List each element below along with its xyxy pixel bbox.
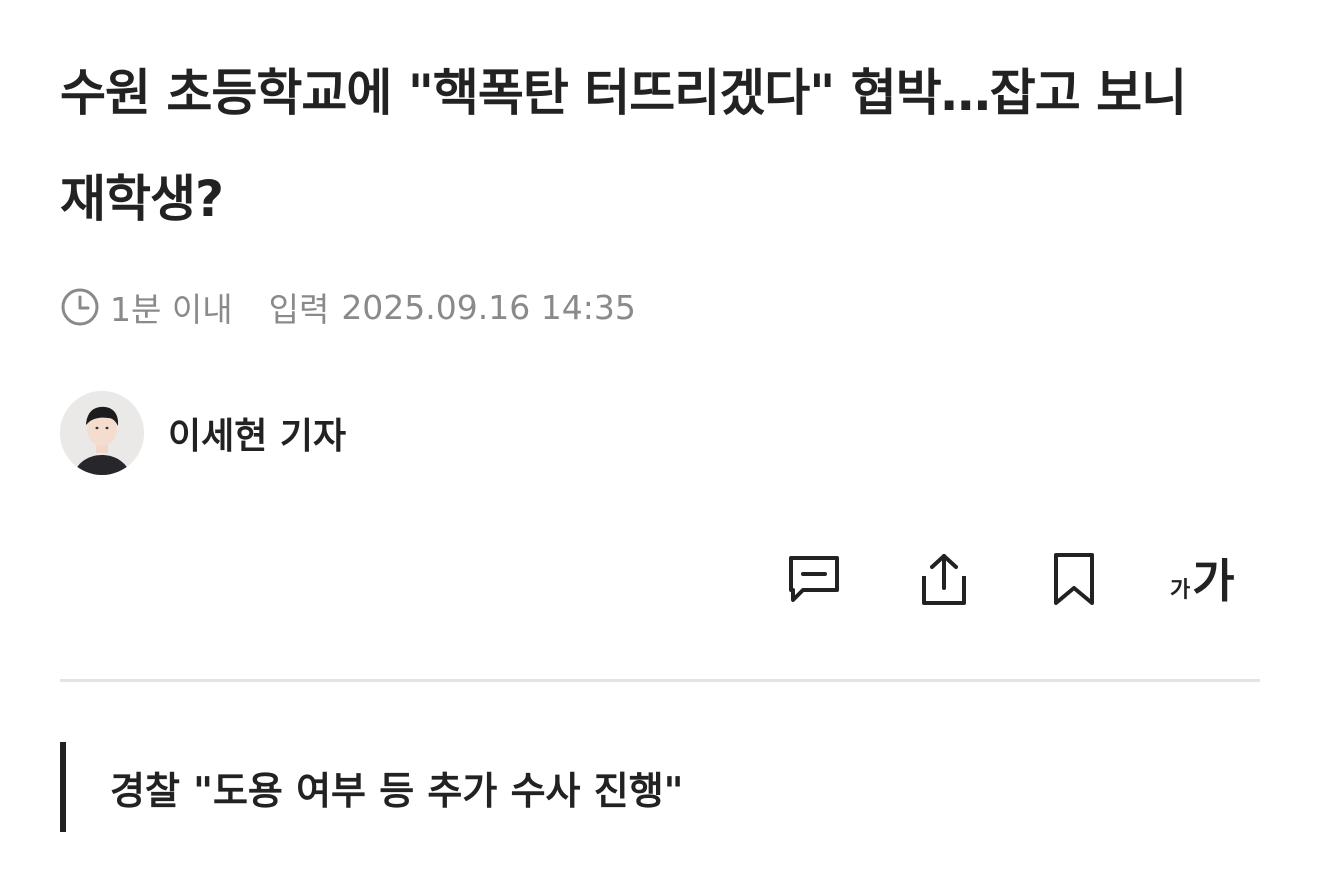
- published-datetime: 2025.09.16 14:35: [341, 287, 636, 327]
- article-toolbar: 가 가: [780, 545, 1260, 613]
- article-subtitle: 경찰 "도용 여부 등 추가 수사 진행": [60, 742, 683, 832]
- bookmark-icon: [1054, 553, 1094, 605]
- author-name[interactable]: 이세현 기자: [168, 407, 346, 459]
- font-size-large-label: 가: [1192, 554, 1235, 608]
- clock-icon: [60, 287, 100, 327]
- comment-icon: [789, 556, 839, 602]
- article-headline: 수원 초등학교에 "핵폭탄 터뜨리겠다" 협박…잡고 보니 재학생?: [60, 64, 1187, 228]
- share-button[interactable]: [910, 545, 978, 613]
- font-size-button[interactable]: 가 가: [1170, 545, 1260, 613]
- article-meta: 1분 이내 입력 2025.09.16 14:35: [60, 285, 636, 329]
- share-icon: [922, 554, 966, 605]
- comment-button[interactable]: [780, 545, 848, 613]
- bookmark-button[interactable]: [1040, 545, 1108, 613]
- font-size-small-label: 가: [1170, 578, 1191, 603]
- elapsed-time: 1분 이내: [110, 290, 233, 329]
- avatar[interactable]: [60, 391, 144, 475]
- author-byline[interactable]: 이세현 기자: [60, 390, 346, 476]
- section-divider: [60, 679, 1260, 682]
- article-header: 수원 초등학교에 "핵폭탄 터뜨리겠다" 협박…잡고 보니 재학생?: [60, 40, 1260, 252]
- published-label: 입력: [268, 290, 330, 329]
